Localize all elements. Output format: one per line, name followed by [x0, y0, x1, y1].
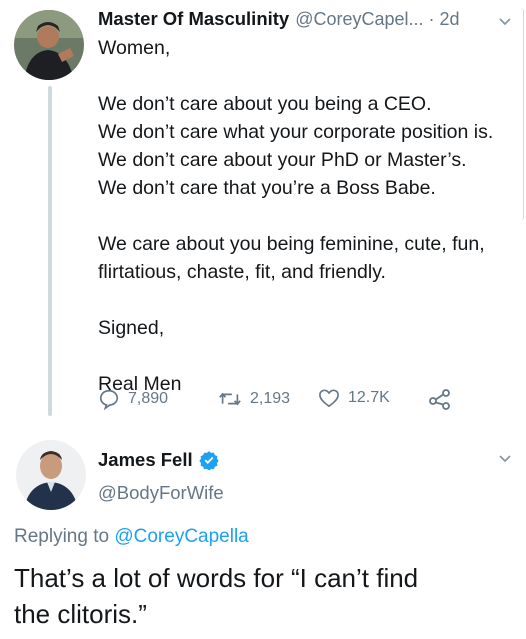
reply-button[interactable]: 7,890 — [98, 388, 168, 410]
tweet1-line: We don’t care what your corporate positi… — [98, 121, 494, 143]
tweet2-handle[interactable]: @BodyForWife — [98, 482, 224, 504]
tweet1-line: We care about you being feminine, cute, … — [98, 233, 485, 255]
chevron-down-icon[interactable] — [497, 14, 513, 30]
tweet1-line: We don’t care about your PhD or Master’s… — [98, 149, 467, 171]
tweet2-text: That’s a lot of words for “I can’t find … — [14, 560, 418, 632]
replying-to: Replying to @CoreyCapella — [14, 526, 249, 548]
like-count: 12.7K — [348, 389, 390, 406]
tweet1-line — [98, 286, 523, 314]
tweet1-line: Signed, — [98, 317, 165, 339]
tweet1-handle-time[interactable]: @CoreyCapel... · 2d — [295, 9, 459, 30]
reply-icon — [99, 389, 119, 410]
retweet-icon — [219, 392, 241, 406]
chevron-down-icon[interactable] — [497, 451, 513, 467]
verified-badge-icon — [198, 451, 219, 470]
retweet-button[interactable]: 2,193 — [218, 388, 290, 410]
thread-connector-line — [48, 86, 52, 416]
tweet1-header: Master Of Masculinity @CoreyCapel... · 2… — [98, 8, 460, 30]
tweet2-line: the clitoris.” — [14, 599, 147, 629]
tweet1-line: Women, — [98, 37, 171, 59]
replying-to-handle[interactable]: @CoreyCapella — [114, 526, 248, 547]
tweet1-line: flirtatious, chaste, fit, and friendly. — [98, 261, 386, 283]
avatar-james-fell[interactable] — [16, 440, 86, 510]
tweet1-line: We don’t care that you’re a Boss Babe. — [98, 177, 436, 199]
like-button[interactable]: 12.7K — [318, 388, 390, 408]
tweet1-line — [98, 202, 523, 230]
reply-count: 7,890 — [128, 390, 169, 407]
replying-to-label: Replying to — [14, 526, 115, 547]
tweet1-line: We don’t care about you being a CEO. — [98, 93, 432, 115]
tweet1-line — [98, 62, 523, 90]
tweet2-header: James Fell — [98, 449, 219, 471]
share-icon[interactable] — [428, 388, 452, 410]
tweet1-line — [98, 342, 523, 370]
tweet2-line: That’s a lot of words for “I can’t find — [14, 563, 419, 593]
tweet2-display-name[interactable]: James Fell — [98, 449, 193, 471]
heart-icon — [319, 389, 339, 408]
tweet1-text: Women, We don’t care about you being a C… — [98, 34, 523, 398]
avatar-master-of-masculinity[interactable] — [14, 10, 84, 80]
retweet-count: 2,193 — [250, 390, 291, 407]
tweet1-display-name[interactable]: Master Of Masculinity — [98, 8, 289, 30]
